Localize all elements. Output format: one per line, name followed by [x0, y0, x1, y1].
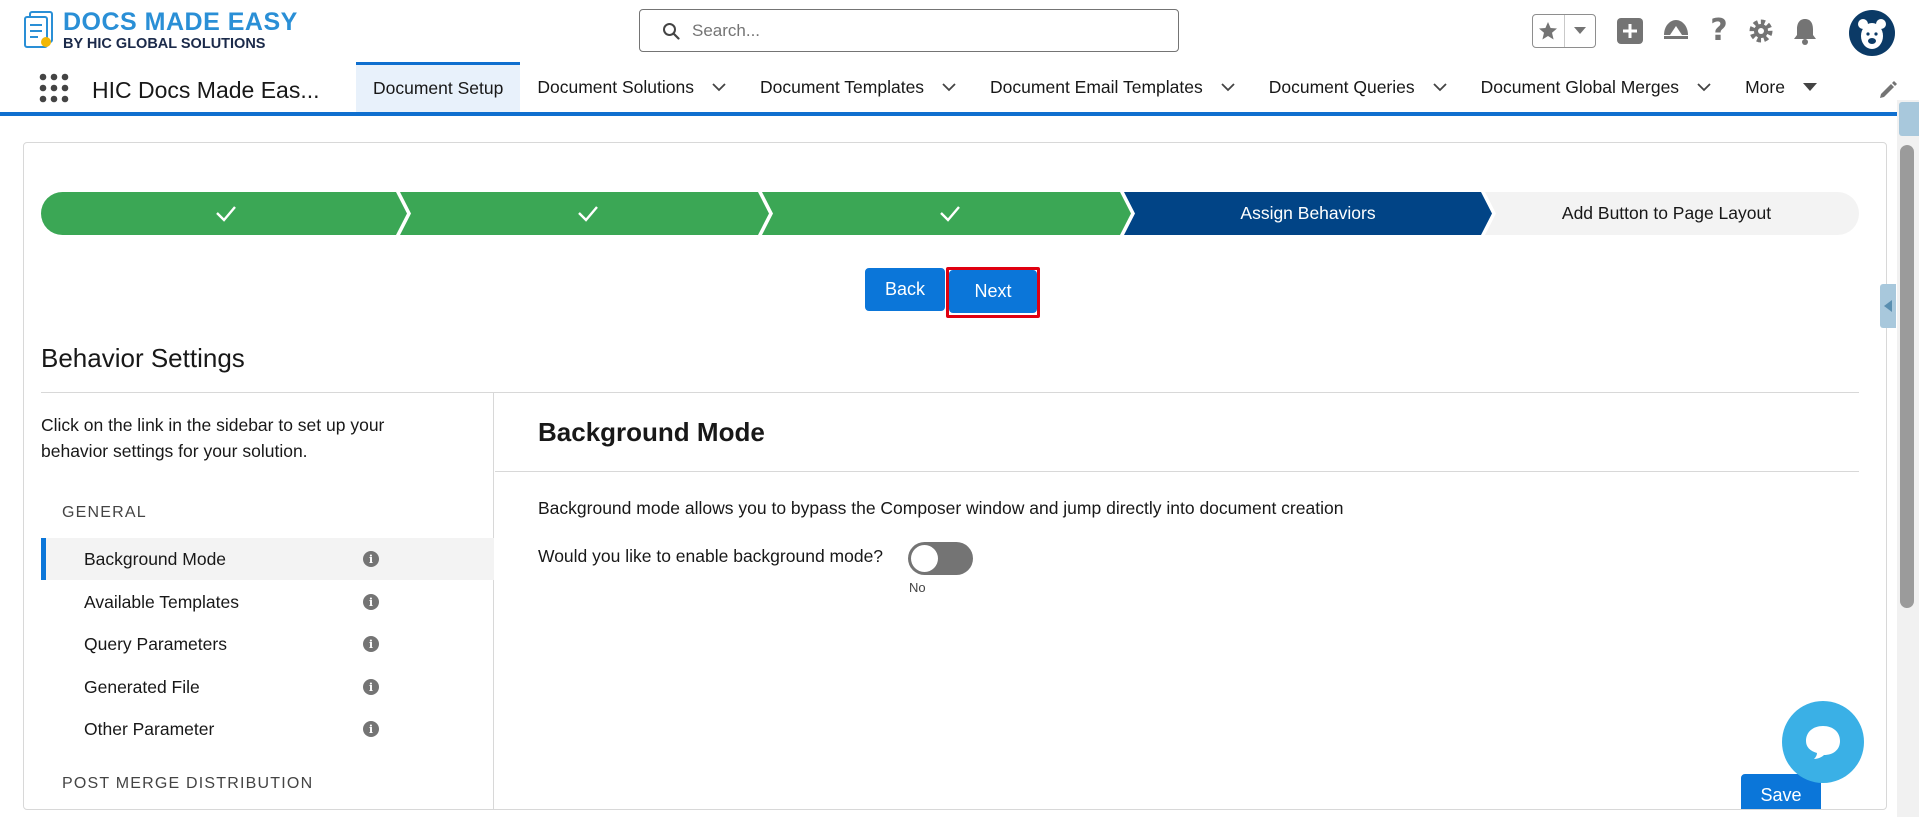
notifications-button[interactable] [1790, 16, 1820, 46]
tab-label: Document Setup [373, 78, 504, 98]
path-step-3[interactable] [762, 192, 1131, 235]
setup-wizard-card: Assign Behaviors Add Button to Page Layo… [23, 142, 1887, 810]
sidebar-item-label: Available Templates [84, 591, 240, 612]
chevron-down-icon[interactable] [1433, 82, 1447, 92]
app-logo[interactable]: DOCS MADE EASY BY HIC GLOBAL SOLUTIONS [22, 8, 302, 52]
tab-document-email-templates[interactable]: Document Email Templates [973, 62, 1252, 112]
search-input[interactable] [692, 20, 1162, 41]
pane-title: Background Mode [538, 417, 765, 447]
path-step-4[interactable] [1124, 192, 1492, 235]
tab-document-global-merges[interactable]: Document Global Merges [1464, 62, 1728, 112]
trailhead-button[interactable] [1661, 16, 1691, 46]
toggle-state-label: No [909, 580, 926, 595]
tab-document-templates[interactable]: Document Templates [743, 62, 973, 112]
add-icon [1617, 18, 1643, 44]
favorites-menu-button[interactable] [1563, 15, 1595, 47]
chevron-down-icon[interactable] [1221, 82, 1235, 92]
path-step-2[interactable] [400, 192, 769, 235]
tab-label: Document Templates [759, 76, 925, 97]
scrollbar-thumb[interactable] [1900, 145, 1914, 608]
section-title: Behavior Settings [41, 343, 245, 373]
global-actions-button[interactable] [1615, 16, 1645, 46]
tab-more[interactable]: More [1728, 62, 1834, 112]
setup-button[interactable] [1746, 16, 1776, 46]
favorites-group [1532, 14, 1596, 48]
chat-bubble-icon [1806, 726, 1840, 759]
help-button[interactable]: ? [1704, 16, 1734, 46]
background-mode-question: Would you like to enable background mode… [538, 546, 884, 566]
back-button[interactable]: Back [865, 268, 945, 311]
path-chevrons [41, 192, 1859, 235]
setup-gear-icon [1749, 19, 1773, 43]
user-avatar[interactable] [1849, 10, 1895, 56]
tab-label: More [1745, 76, 1785, 97]
avatar-bear-icon [1858, 19, 1886, 49]
tab-document-setup[interactable]: Document Setup [356, 62, 521, 112]
logo-title: DOCS MADE EASY [63, 8, 298, 36]
app-launcher-waffle-icon[interactable] [39, 73, 69, 103]
nav-tabs: Document Setup Document Solutions Docume… [356, 62, 1834, 112]
path-step-1[interactable] [41, 192, 407, 235]
app-name: HIC Docs Made Eas... [92, 77, 320, 103]
search-icon [663, 22, 680, 40]
tab-document-queries[interactable]: Document Queries [1252, 62, 1464, 112]
help-icon: ? [1710, 13, 1728, 48]
edit-nav-pencil-icon[interactable] [1878, 80, 1898, 100]
path-step-5[interactable] [1485, 192, 1859, 235]
info-icon[interactable]: i [363, 721, 379, 737]
chevron-down-icon[interactable] [712, 82, 726, 92]
info-icon[interactable]: i [363, 636, 379, 652]
logo-subtitle: BY HIC GLOBAL SOLUTIONS [63, 36, 266, 52]
sidebar-item-label: Background Mode [84, 548, 227, 569]
tab-label: Document Queries [1268, 76, 1415, 97]
utility-side-tab[interactable] [1899, 102, 1919, 136]
sidebar-item-label: Generated File [84, 676, 200, 697]
background-mode-toggle[interactable] [908, 542, 973, 575]
sidebar-group-general: GENERAL [62, 504, 147, 521]
sidebar-item-label: Query Parameters [84, 633, 227, 654]
tab-label: Document Email Templates [990, 76, 1203, 97]
sidebar-item-label: Other Parameter [84, 718, 215, 739]
pane-description: Background mode allows you to bypass the… [538, 498, 1344, 518]
document-logo-icon [24, 11, 53, 48]
sidebar-group-post-merge-distribution: POST MERGE DISTRIBUTION [62, 775, 314, 792]
pane-divider [495, 471, 1859, 472]
tab-label: Document Solutions [537, 76, 694, 97]
collapse-panel-tab[interactable] [1880, 284, 1896, 328]
chevron-down-icon[interactable] [1697, 82, 1711, 92]
sidebar-item-available-templates[interactable]: Available Templates i [41, 581, 494, 623]
caret-left-icon [1884, 300, 1892, 312]
tab-label: Document Global Merges [1480, 76, 1680, 97]
setup-progress-path: Assign Behaviors Add Button to Page Layo… [41, 192, 1859, 235]
sidebar-item-background-mode[interactable]: Background Mode i [41, 538, 494, 580]
sidebar-item-query-parameters[interactable]: Query Parameters i [41, 623, 494, 665]
app-navigation-bar: HIC Docs Made Eas... Document Setup Docu… [0, 62, 1919, 116]
chat-widget-button[interactable] [1782, 701, 1864, 783]
toggle-knob [911, 545, 938, 572]
behavior-sidebar: Click on the link in the sidebar to set … [41, 393, 494, 809]
next-button-highlight [946, 267, 1040, 318]
behavior-detail-pane: Background Mode Background mode allows y… [495, 393, 1859, 809]
global-search[interactable] [639, 9, 1179, 52]
favorites-button[interactable] [1533, 15, 1564, 47]
info-icon[interactable]: i [363, 551, 379, 567]
star-icon [1539, 22, 1558, 40]
global-header: DOCS MADE EASY BY HIC GLOBAL SOLUTIONS S… [0, 0, 1919, 62]
sidebar-intro-text: Click on the link in the sidebar to set … [41, 415, 385, 461]
caret-down-icon[interactable] [1802, 82, 1817, 92]
info-icon[interactable]: i [363, 594, 379, 610]
tab-document-solutions[interactable]: Document Solutions [520, 62, 743, 112]
notifications-bell-icon [1794, 19, 1816, 45]
sidebar-item-generated-file[interactable]: Generated File i [41, 666, 494, 708]
info-icon[interactable]: i [363, 679, 379, 695]
chevron-down-icon[interactable] [942, 82, 956, 92]
sidebar-item-other-parameter[interactable]: Other Parameter i [41, 708, 494, 750]
trailhead-icon [1664, 20, 1688, 39]
chevron-down-icon [1573, 27, 1586, 34]
